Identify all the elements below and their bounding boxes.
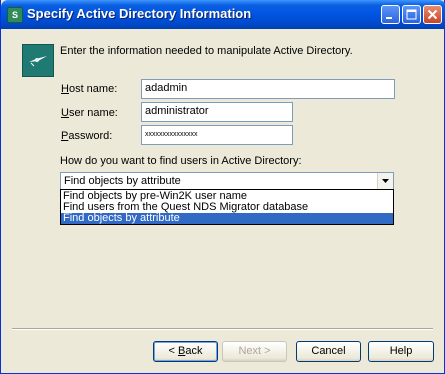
app-icon: S xyxy=(7,7,23,23)
title-bar[interactable]: S Specify Active Directory Information xyxy=(1,0,445,29)
next-button[interactable]: Next > xyxy=(222,341,287,362)
maximize-button[interactable] xyxy=(402,5,421,24)
user-name-label: User name: xyxy=(61,107,118,119)
dropdown-option-attribute[interactable]: Find objects by attribute xyxy=(61,213,393,224)
close-icon xyxy=(427,9,438,20)
minimize-icon xyxy=(386,17,392,19)
separator-highlight xyxy=(12,329,433,330)
combobox-selected-value: Find objects by attribute xyxy=(64,175,181,187)
dialog-window: S Specify Active Directory Information E… xyxy=(0,0,445,374)
host-name-field[interactable]: adadmin xyxy=(141,79,395,99)
help-button[interactable]: Help xyxy=(368,341,434,362)
chevron-down-icon xyxy=(382,179,389,183)
user-name-field[interactable]: administrator xyxy=(141,102,293,122)
active-directory-icon xyxy=(22,44,54,77)
find-users-question: How do you want to find users in Active … xyxy=(60,155,302,167)
cancel-button[interactable]: Cancel xyxy=(296,341,361,362)
close-button[interactable] xyxy=(423,5,442,24)
back-button[interactable]: < Back xyxy=(153,341,218,362)
minimize-button[interactable] xyxy=(381,5,400,24)
dropdown-button[interactable] xyxy=(377,173,393,189)
host-name-label: Host name: xyxy=(61,83,118,95)
password-field[interactable]: xxxxxxxxxxxxxxx xyxy=(141,125,293,145)
password-label: Password: xyxy=(61,130,113,142)
intro-text: Enter the information needed to manipula… xyxy=(60,45,353,57)
find-users-dropdown-list: Find objects by pre-Win2K user name Find… xyxy=(60,189,394,225)
window-title: Specify Active Directory Information xyxy=(27,6,252,21)
find-users-combobox[interactable]: Find objects by attribute xyxy=(60,172,394,190)
maximize-icon xyxy=(406,9,417,20)
